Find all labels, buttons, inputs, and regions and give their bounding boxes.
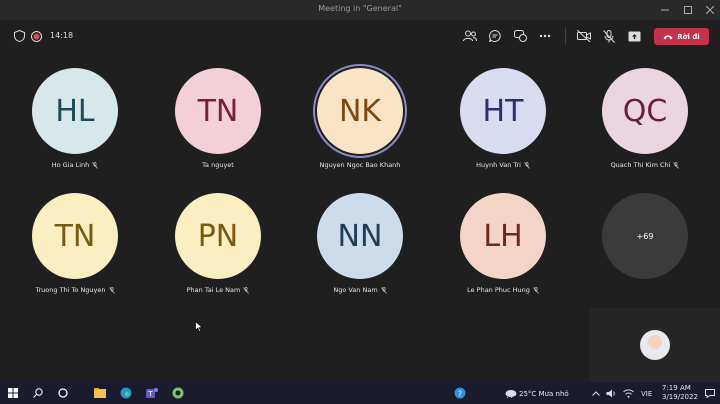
reactions-icon[interactable] — [512, 28, 528, 44]
browser-icon[interactable] — [170, 385, 186, 401]
weather-text[interactable]: 25°C Mưa nhỏ — [519, 390, 569, 398]
mic-off-icon — [524, 161, 530, 169]
avatar: LH — [460, 193, 546, 279]
avatar: TN — [32, 193, 118, 279]
cursor-icon — [195, 321, 203, 332]
participant-name: Ngo Van Nam — [290, 286, 430, 294]
avatar: NK — [317, 68, 403, 154]
participant-name: Ta nguyet — [148, 161, 288, 169]
minimize-button[interactable] — [654, 0, 676, 20]
participant-name-text: Ta nguyet — [202, 161, 234, 169]
participant-name-text: Nguyen Ngoc Bao Khanh — [319, 161, 401, 169]
taskbar: T ? 25°C Mưa nhỏ VIE 7:19 AM 3/19/2022 — [0, 382, 720, 404]
chevron-up-icon[interactable] — [588, 385, 604, 401]
teams-icon[interactable]: T — [144, 385, 160, 401]
leave-label: Rời đi — [677, 32, 700, 41]
notification-icon[interactable] — [702, 385, 718, 401]
self-view[interactable] — [590, 308, 720, 382]
avatar: NN — [317, 193, 403, 279]
participant-name-text: Le Phan Phuc Hung — [467, 286, 530, 294]
participant-tile[interactable]: LH Le Phan Phuc Hung — [433, 178, 573, 303]
mic-off-icon — [380, 286, 387, 294]
leave-button[interactable]: Rời đi — [654, 28, 709, 45]
toolbar-divider — [565, 28, 566, 44]
weather-icon[interactable] — [502, 385, 518, 401]
avatar: HT — [460, 68, 546, 154]
network-icon[interactable] — [620, 385, 636, 401]
people-icon[interactable] — [462, 28, 478, 44]
file-explorer-icon[interactable] — [92, 385, 108, 401]
avatar: TN — [175, 68, 261, 154]
shield-icon[interactable] — [11, 28, 27, 44]
participant-tile[interactable]: HT Huynh Van Tri — [433, 53, 573, 178]
participant-name-text: Huynh Van Tri — [476, 161, 521, 169]
title-bar: Meeting in "General" — [0, 0, 720, 20]
participant-tile[interactable]: NN Ngo Van Nam — [290, 178, 430, 303]
participant-name-text: Quach Thi Kim Chi — [610, 161, 671, 169]
overflow-tile[interactable]: +69 — [575, 178, 715, 303]
participant-name: Ho Gia Linh — [5, 161, 145, 169]
phone-icon — [663, 34, 673, 39]
windows-start-icon[interactable] — [5, 385, 21, 401]
search-icon[interactable] — [30, 385, 46, 401]
help-icon[interactable]: ? — [452, 385, 468, 401]
participant-name-text: Ngo Van Nam — [333, 286, 378, 294]
camera-off-icon[interactable] — [576, 28, 592, 44]
participant-tile[interactable]: PN Phan Tai Le Nam — [148, 178, 288, 303]
edge-icon[interactable] — [118, 385, 134, 401]
mic-off-icon — [533, 286, 539, 294]
chat-icon[interactable] — [487, 28, 503, 44]
svg-text:?: ? — [458, 390, 462, 399]
participant-name: Phan Tai Le Nam — [148, 286, 288, 294]
mic-off-icon — [108, 286, 115, 294]
mic-off-icon[interactable] — [601, 28, 617, 44]
record-icon — [28, 28, 44, 44]
participant-tile[interactable]: TN Truong Thi To Nguyen — [5, 178, 145, 303]
participant-tile[interactable]: HL Ho Gia Linh — [5, 53, 145, 178]
participant-tile[interactable]: NK Nguyen Ngoc Bao Khanh — [290, 53, 430, 178]
more-icon[interactable] — [537, 28, 553, 44]
participant-name-text: Phan Tai Le Nam — [186, 286, 241, 294]
avatar: HL — [32, 68, 118, 154]
participant-name: Le Phan Phuc Hung — [433, 286, 573, 294]
clock-date[interactable]: 3/19/2022 — [662, 393, 698, 401]
mic-off-icon — [243, 286, 250, 294]
language-indicator[interactable]: VIE — [641, 390, 652, 398]
avatar: QC — [602, 68, 688, 154]
participant-name-text: Ho Gia Linh — [51, 161, 90, 169]
meeting-timer: 14:18 — [50, 31, 74, 40]
share-icon[interactable] — [626, 28, 642, 44]
participant-tile[interactable]: QC Quach Thi Kim Chi — [575, 53, 715, 178]
mic-off-icon — [92, 161, 99, 169]
svg-text:T: T — [147, 390, 153, 398]
overflow-count[interactable]: +69 — [602, 193, 688, 279]
participant-name: Quach Thi Kim Chi — [575, 161, 715, 169]
window-title: Meeting in "General" — [318, 4, 402, 13]
maximize-button[interactable] — [677, 0, 699, 20]
close-button[interactable] — [699, 0, 720, 20]
mic-off-icon — [673, 161, 680, 169]
participant-name: Huynh Van Tri — [433, 161, 573, 169]
self-avatar — [640, 330, 670, 360]
participant-tile[interactable]: TN Ta nguyet — [148, 53, 288, 178]
participant-name: Truong Thi To Nguyen — [5, 286, 145, 294]
participant-name-text: Truong Thi To Nguyen — [35, 286, 106, 294]
meeting-toolbar: 14:18 Rời đi — [0, 20, 720, 52]
avatar: PN — [175, 193, 261, 279]
volume-icon[interactable] — [603, 385, 619, 401]
participant-name: Nguyen Ngoc Bao Khanh — [290, 161, 430, 169]
cortana-icon[interactable] — [55, 385, 71, 401]
clock-time[interactable]: 7:19 AM — [662, 384, 691, 392]
